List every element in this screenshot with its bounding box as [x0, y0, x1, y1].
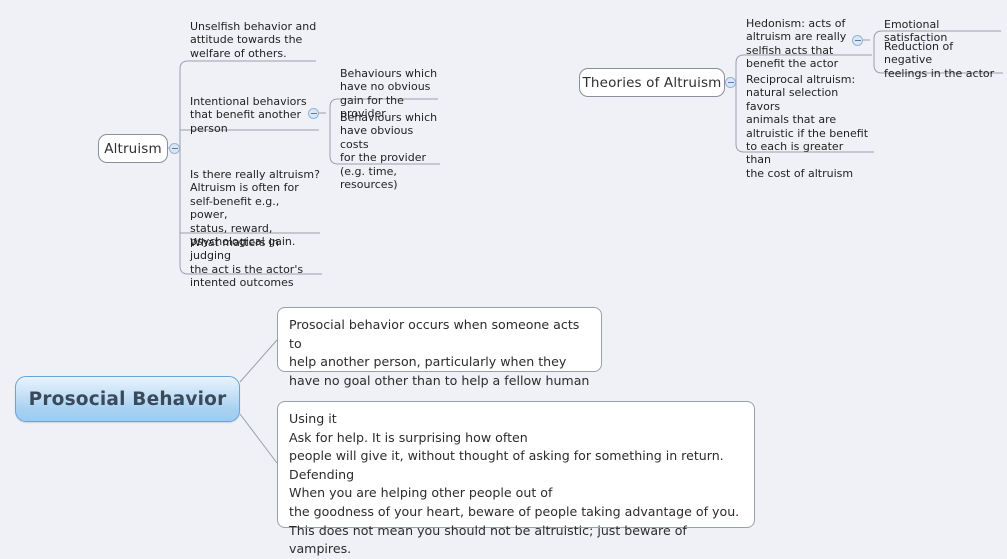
- minus-circle-icon-intentional[interactable]: [308, 108, 319, 119]
- node-theories-label: Theories of Altruism: [582, 74, 722, 91]
- leaf-obvious-costs[interactable]: Behaviours which have obvious costs for …: [338, 111, 442, 192]
- node-altruism-label: Altruism: [104, 140, 162, 157]
- leaf-intentional-behaviors[interactable]: Intentional behaviors that benefit anoth…: [188, 95, 320, 136]
- note-prosocial-definition[interactable]: Prosocial behavior occurs when someone a…: [277, 307, 602, 388]
- leaf-reciprocal-altruism[interactable]: Reciprocal altruism: natural selection f…: [744, 73, 872, 181]
- minus-circle-icon-hedonism[interactable]: [852, 35, 863, 46]
- leaf-what-matters-judging[interactable]: What matters in judging the act is the a…: [188, 236, 324, 291]
- node-theories-of-altruism[interactable]: Theories of Altruism: [579, 68, 725, 97]
- leaf-hedonism[interactable]: Hedonism: acts of altruism are really se…: [744, 17, 862, 72]
- node-prosocial-behavior[interactable]: Prosocial Behavior: [15, 376, 240, 422]
- leaf-reduction-negative-feelings[interactable]: Reduction of negative feelings in the ac…: [882, 40, 1004, 81]
- mindmap-canvas: Altruism Unselfish behavior and attitude…: [0, 0, 1007, 556]
- leaf-unselfish-behavior[interactable]: Unselfish behavior and attitude towards …: [188, 20, 320, 61]
- note-prosocial-usage[interactable]: Using it Ask for help. It is surprising …: [277, 401, 755, 556]
- minus-circle-icon-altruism[interactable]: [169, 143, 180, 154]
- minus-circle-icon-theories[interactable]: [725, 77, 736, 88]
- node-altruism[interactable]: Altruism: [98, 134, 168, 163]
- node-prosocial-label: Prosocial Behavior: [28, 388, 227, 410]
